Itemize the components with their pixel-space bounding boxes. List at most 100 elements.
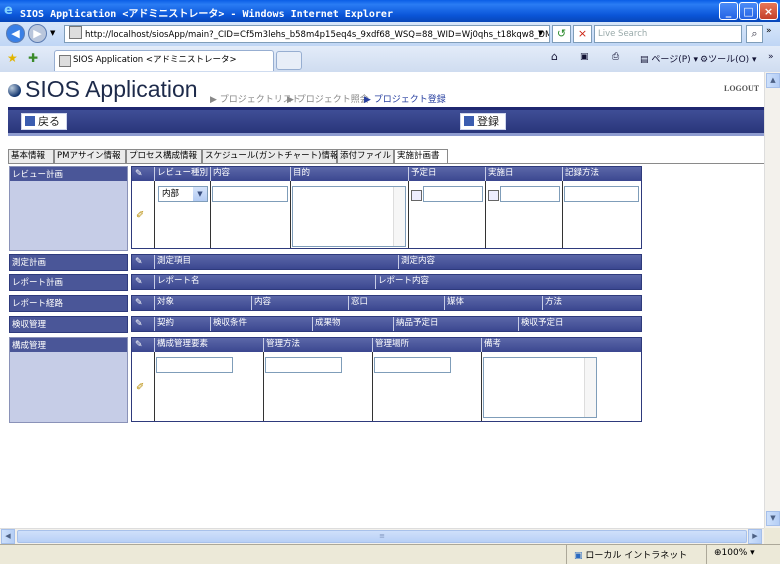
calendar-icon[interactable] <box>411 190 422 201</box>
tab-implementation-plan[interactable]: 実施計画書 <box>394 149 448 164</box>
eraser-icon[interactable]: ✐ <box>136 382 144 393</box>
breadcrumb-project-view[interactable]: ▶ プロジェクト照会 <box>287 92 369 105</box>
report-plan-title: レポート計画 <box>12 278 64 288</box>
config-note-textarea[interactable] <box>483 357 597 418</box>
route-target-header: 対象 <box>154 296 251 310</box>
pencil-icon: ✎ <box>135 257 143 267</box>
report-plan-grid: ✎ レポート名 レポート内容 <box>131 274 642 290</box>
action-bar: 戻る 登録 <box>8 107 764 133</box>
horizontal-scrollbar[interactable]: ◀ ≡ ▶ <box>0 528 764 544</box>
report-route-grid: ✎ 対象 内容 窓口 媒体 方法 <box>131 295 642 311</box>
vertical-scrollbar[interactable]: ▲ ▼ <box>764 72 780 528</box>
review-purpose-textarea[interactable] <box>292 186 406 247</box>
acceptance-label: 検収管理 <box>9 316 128 333</box>
favorites-star-icon[interactable]: ★ <box>7 51 18 65</box>
action-bar-stripe <box>8 133 764 136</box>
address-text: http://localhost/siosApp/main?_CID=Cf5m3… <box>85 30 550 40</box>
back-nav-icon[interactable]: ◀ <box>6 24 25 43</box>
minimize-button[interactable]: _ <box>719 2 738 20</box>
measurement-plan-label: 測定計画 <box>9 254 128 271</box>
zone-indicator[interactable]: ▣ ローカル イントラネット <box>574 548 687 561</box>
history-dropdown-icon[interactable]: ▼ <box>50 29 55 37</box>
calendar-icon[interactable] <box>488 190 499 201</box>
col-divider <box>154 352 155 421</box>
config-method-header: 管理方法 <box>263 338 372 352</box>
report-name-header: レポート名 <box>154 275 375 289</box>
pencil-icon: ✎ <box>135 277 143 287</box>
textarea-scrollbar[interactable] <box>584 358 596 417</box>
browser-tab-bar: ★ ✚ SIOS Application <アドミニストレータ> ⌂ ▣ ⎙ ▤… <box>0 46 780 73</box>
maximize-button[interactable]: □ <box>739 2 758 20</box>
app-logo-icon <box>8 84 21 97</box>
zone-label: ローカル イントラネット <box>585 551 688 561</box>
add-favorite-icon[interactable]: ✚ <box>28 51 38 65</box>
close-button[interactable]: × <box>759 2 778 20</box>
review-scheduled-date-input[interactable] <box>423 186 483 202</box>
acceptance-contract-header: 契約 <box>154 317 210 331</box>
tab-basic-info[interactable]: 基本情報 <box>8 149 54 163</box>
review-actual-date-header: 実施日 <box>485 167 562 181</box>
acceptance-title: 検収管理 <box>12 320 47 330</box>
eraser-icon[interactable]: ✐ <box>136 210 144 221</box>
measurement-content-header: 測定内容 <box>398 255 641 269</box>
stop-icon[interactable]: × <box>573 25 592 43</box>
review-actual-date-input[interactable] <box>500 186 560 202</box>
col-divider <box>481 352 482 421</box>
new-tab-button[interactable] <box>276 51 302 70</box>
feeds-icon[interactable]: ▣ <box>580 52 589 62</box>
review-content-header: 内容 <box>210 167 290 181</box>
config-management-title: 構成管理 <box>12 341 47 351</box>
report-plan-label: レポート計画 <box>9 274 128 291</box>
tab-schedule-gantt[interactable]: スケジュール(ガントチャート)情報 <box>202 149 338 163</box>
home-icon[interactable]: ⌂ <box>551 50 558 63</box>
tab-attachments[interactable]: 添付ファイル <box>337 149 394 163</box>
register-button[interactable]: 登録 <box>460 113 506 130</box>
chevron-down-icon: ▼ <box>193 187 207 201</box>
scroll-right-icon[interactable]: ▶ <box>748 529 762 544</box>
page-menu[interactable]: ▤ ページ(P) ▾ <box>640 52 698 65</box>
tools-menu[interactable]: ⚙ツール(O) ▾ <box>700 52 757 65</box>
logout-link[interactable]: LOGOUT <box>724 84 759 93</box>
horizontal-scroll-thumb[interactable]: ≡ <box>17 530 747 543</box>
review-content-input[interactable] <box>212 186 288 202</box>
more-icon[interactable]: » <box>766 26 772 36</box>
textarea-scrollbar[interactable] <box>393 187 405 246</box>
refresh-icon[interactable]: ↺ <box>552 25 571 43</box>
address-dropdown-icon[interactable]: ▼ <box>538 29 543 37</box>
measurement-item-header: 測定項目 <box>154 255 398 269</box>
report-route-edit-header: ✎ <box>132 296 154 310</box>
pencil-icon: ✎ <box>135 340 143 350</box>
config-element-input[interactable] <box>156 357 233 373</box>
zoom-control[interactable]: ⊕100% ▾ <box>714 548 755 558</box>
review-record-method-header: 記録方法 <box>562 167 641 181</box>
scroll-down-icon[interactable]: ▼ <box>766 511 780 526</box>
review-plan-label: レビュー計画 <box>9 166 128 251</box>
tab-pm-assign[interactable]: PMアサイン情報 <box>54 149 126 163</box>
search-icon[interactable]: ⌕ <box>746 25 763 43</box>
zoom-icon: ⊕ <box>714 548 722 558</box>
review-scheduled-date-header: 予定日 <box>408 167 485 181</box>
config-location-header: 管理場所 <box>372 338 481 352</box>
register-button-label: 登録 <box>477 115 499 128</box>
pencil-icon: ✎ <box>135 319 143 329</box>
review-type-select[interactable]: 内部 ▼ <box>158 186 208 202</box>
search-input[interactable]: Live Search <box>594 25 742 43</box>
forward-nav-icon[interactable]: ▶ <box>28 24 47 43</box>
address-toolbar: ◀ ▶ ▼ http://localhost/siosApp/main?_CID… <box>0 22 780 46</box>
print-icon[interactable]: ⎙ <box>612 52 619 62</box>
review-type-header: レビュー種別 <box>154 167 210 181</box>
config-method-input[interactable] <box>265 357 342 373</box>
browser-tab[interactable]: SIOS Application <アドミニストレータ> <box>54 50 274 71</box>
browser-tab-label: SIOS Application <アドミニストレータ> <box>73 55 237 65</box>
tab-process-config[interactable]: プロセス構成情報 <box>126 149 202 163</box>
address-input[interactable]: http://localhost/siosApp/main?_CID=Cf5m3… <box>64 25 550 43</box>
window-title-bar[interactable]: e SIOS Application <アドミニストレータ> - Windows… <box>0 0 780 22</box>
scroll-left-icon[interactable]: ◀ <box>1 529 15 544</box>
back-button[interactable]: 戻る <box>21 113 67 130</box>
acceptance-grid: ✎ 契約 検収条件 成果物 納品予定日 検収予定日 <box>131 316 642 332</box>
scroll-up-icon[interactable]: ▲ <box>766 73 780 88</box>
config-location-input[interactable] <box>374 357 451 373</box>
more-commands-icon[interactable]: » <box>768 52 774 62</box>
intranet-icon: ▣ <box>574 551 583 561</box>
review-record-method-input[interactable] <box>564 186 639 202</box>
